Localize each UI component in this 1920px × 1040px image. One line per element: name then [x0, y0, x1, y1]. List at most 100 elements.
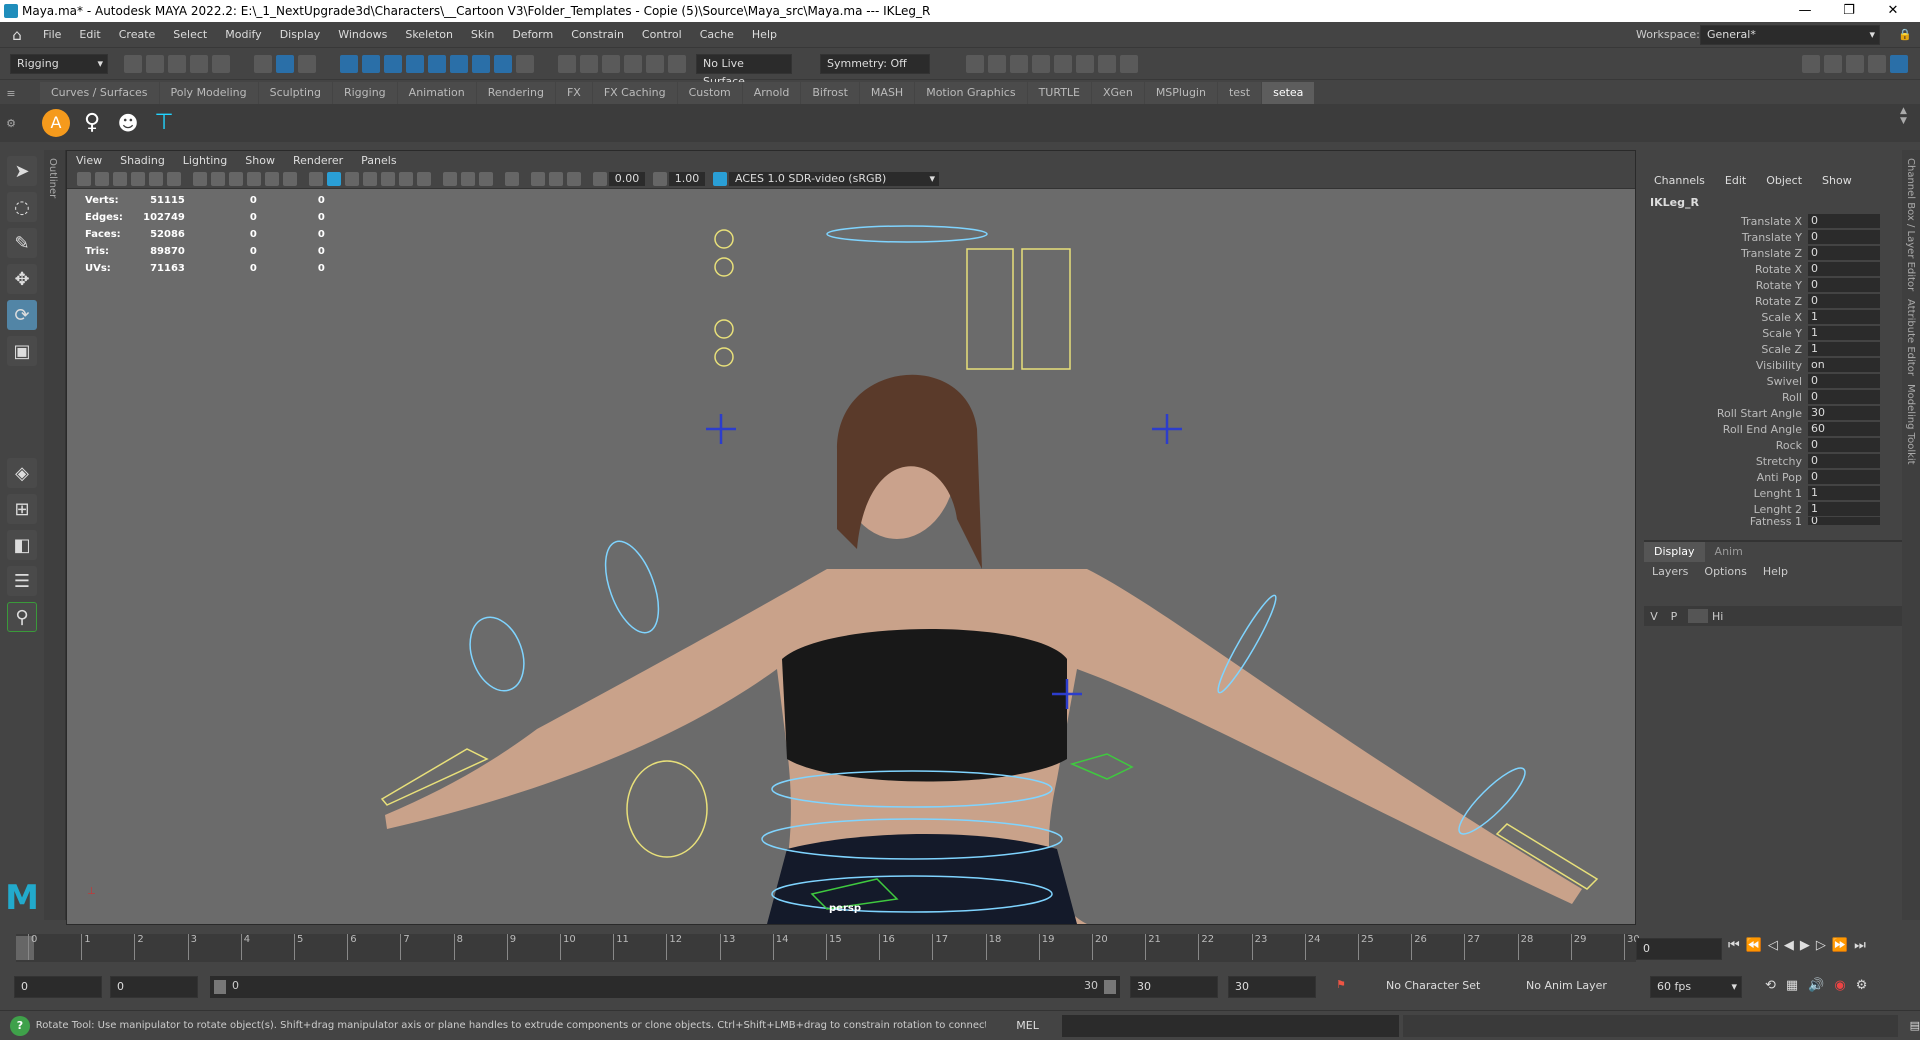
menu-deform[interactable]: Deform [503, 22, 562, 48]
lock-icon[interactable]: 🔒 [1898, 28, 1912, 41]
layer-name[interactable]: Hi [1712, 610, 1723, 623]
bookmark-icon[interactable] [113, 171, 127, 186]
cache-playback-icon[interactable]: ▦ [1781, 978, 1803, 993]
color-management-icon[interactable] [713, 171, 727, 186]
cb-menu-show[interactable]: Show [1812, 170, 1862, 192]
attr-row[interactable]: Translate Y 0 [1644, 229, 1902, 245]
menu-select[interactable]: Select [164, 22, 216, 48]
gamma-field[interactable]: 1.00 [669, 171, 705, 186]
attr-value[interactable]: 60 [1808, 422, 1880, 436]
scale-tool-icon[interactable]: ▣ [7, 336, 37, 366]
use-all-lights-icon[interactable] [399, 171, 413, 186]
snap-pivot-icon[interactable] [494, 54, 512, 73]
image-plane-icon[interactable] [131, 171, 145, 186]
shelf-gear-icon[interactable]: ⚙ [0, 117, 22, 130]
magnet-2-icon[interactable] [580, 54, 598, 73]
attr-row[interactable]: Lenght 1 1 [1644, 485, 1902, 501]
shelf-tab-mash[interactable]: MASH [859, 82, 915, 104]
snap-view-icon[interactable] [406, 54, 424, 73]
smooth-shade-icon[interactable] [327, 171, 341, 186]
render-settings-icon[interactable] [1032, 54, 1050, 73]
range-end-field[interactable]: 30 [1228, 976, 1316, 998]
rotate-tool-icon[interactable]: ⟳ [7, 300, 37, 330]
shelf-tab-motion-graphics[interactable]: Motion Graphics [915, 82, 1027, 104]
playblast-icon[interactable] [1098, 54, 1116, 73]
select-object-icon[interactable] [276, 54, 294, 73]
shelf-tab-poly-modeling[interactable]: Poly Modeling [159, 82, 258, 104]
pause-icon[interactable] [1120, 54, 1138, 73]
menu-file[interactable]: File [34, 22, 70, 48]
auto-key-icon[interactable]: ⚑ [1336, 978, 1346, 991]
viewport-panel[interactable]: View Shading Lighting Show Renderer Pane… [66, 150, 1636, 925]
sound-icon[interactable]: 🔊 [1803, 978, 1829, 993]
vp-menu-lighting[interactable]: Lighting [174, 154, 236, 167]
menuset-dropdown[interactable]: Rigging ▾ [10, 53, 108, 74]
attr-value[interactable]: 0 [1808, 438, 1880, 452]
vp-menu-shading[interactable]: Shading [111, 154, 174, 167]
attribute-editor-icon[interactable] [1846, 54, 1864, 73]
current-frame-field[interactable]: 0 [1636, 938, 1722, 960]
live-surface-field[interactable]: No Live Surface [696, 53, 792, 88]
attr-row[interactable]: Fatness 1 0 [1644, 517, 1902, 525]
attr-row[interactable]: Scale X 1 [1644, 309, 1902, 325]
snap-edge-icon[interactable] [450, 54, 468, 73]
shelf-tab-curves-surfaces[interactable]: Curves / Surfaces [40, 82, 159, 104]
timeline-track[interactable]: 0 1 2 3 4 5 6 7 8 9 10 11 12 13 14 15 16 17 18 19 20 21 22 23 24… [16, 934, 1640, 962]
attr-row[interactable]: Swivel 0 [1644, 373, 1902, 389]
safe-action-icon[interactable] [283, 171, 297, 186]
outliner-layout-icon[interactable]: ☰ [7, 566, 37, 596]
attr-row[interactable]: Stretchy 0 [1644, 453, 1902, 469]
shelf-tab-fx-caching[interactable]: FX Caching [592, 82, 677, 104]
time-editor-icon[interactable]: ◉ [1829, 978, 1850, 993]
attr-value[interactable]: 1 [1808, 486, 1880, 500]
attr-value[interactable]: 0 [1808, 278, 1880, 292]
menu-control[interactable]: Control [633, 22, 691, 48]
snap-point-icon[interactable] [384, 54, 402, 73]
menu-windows[interactable]: Windows [329, 22, 396, 48]
snap-surface-icon[interactable] [428, 54, 446, 73]
attr-row[interactable]: Rotate Y 0 [1644, 277, 1902, 293]
shelf-tab-animation[interactable]: Animation [397, 82, 476, 104]
attr-row[interactable]: Lenght 2 1 [1644, 501, 1902, 517]
select-tool-icon[interactable]: ➤ [7, 156, 37, 186]
grease-pencil-icon[interactable] [149, 171, 163, 186]
magnet-3-icon[interactable] [602, 54, 620, 73]
vp-menu-panels[interactable]: Panels [352, 154, 405, 167]
attr-row[interactable]: Translate Z 0 [1644, 245, 1902, 261]
step-back-key-icon[interactable]: ⏪ [1743, 938, 1765, 953]
2d-pan-zoom-icon[interactable] [167, 171, 181, 186]
home-icon[interactable]: ⌂ [0, 26, 34, 44]
script-editor-icon[interactable]: ▤ [1910, 1019, 1920, 1032]
shelf-tab-turtle[interactable]: TURTLE [1027, 82, 1091, 104]
channel-box-tab[interactable]: Channel Box / Layer Editor [1905, 158, 1916, 291]
menu-cache[interactable]: Cache [691, 22, 743, 48]
character-set-dropdown[interactable]: No Character Set [1380, 976, 1512, 998]
attr-value[interactable]: 0 [1808, 246, 1880, 260]
shelf-menu-icon[interactable]: ≡ [0, 87, 22, 100]
range-start-field[interactable]: 0 [14, 976, 102, 998]
attr-row[interactable]: Roll Start Angle 30 [1644, 405, 1902, 421]
grid-icon[interactable] [193, 171, 207, 186]
anim-end-field[interactable]: 30 [1130, 976, 1218, 998]
exposure-field[interactable]: 0.00 [609, 171, 645, 186]
skeleton-figure-icon[interactable]: ♀ [78, 109, 106, 137]
layer-tab-anim[interactable]: Anim [1705, 542, 1753, 562]
shelf-tab-xgen[interactable]: XGen [1092, 82, 1144, 104]
layer-playback-toggle[interactable]: P [1664, 610, 1684, 623]
close-icon[interactable]: ✕ [1871, 0, 1915, 22]
anti-aliasing-icon[interactable] [479, 171, 493, 186]
attr-value[interactable]: 0 [1808, 454, 1880, 468]
wireframe-on-shaded-icon[interactable] [363, 171, 377, 186]
fps-dropdown[interactable]: 60 fps ▾ [1650, 976, 1742, 998]
default-material-icon[interactable] [345, 171, 359, 186]
vp-menu-renderer[interactable]: Renderer [284, 154, 352, 167]
menu-skeleton[interactable]: Skeleton [396, 22, 462, 48]
magnet-icon[interactable] [558, 54, 576, 73]
attr-row[interactable]: Anti Pop 0 [1644, 469, 1902, 485]
attr-value[interactable]: 0 [1808, 470, 1880, 484]
attr-value[interactable]: on [1808, 358, 1880, 372]
preferences-icon[interactable]: ⚙ [1851, 978, 1873, 993]
motion-blur-icon[interactable] [461, 171, 475, 186]
shelf-tab-rendering[interactable]: Rendering [476, 82, 555, 104]
attr-value[interactable]: 0 [1808, 390, 1880, 404]
